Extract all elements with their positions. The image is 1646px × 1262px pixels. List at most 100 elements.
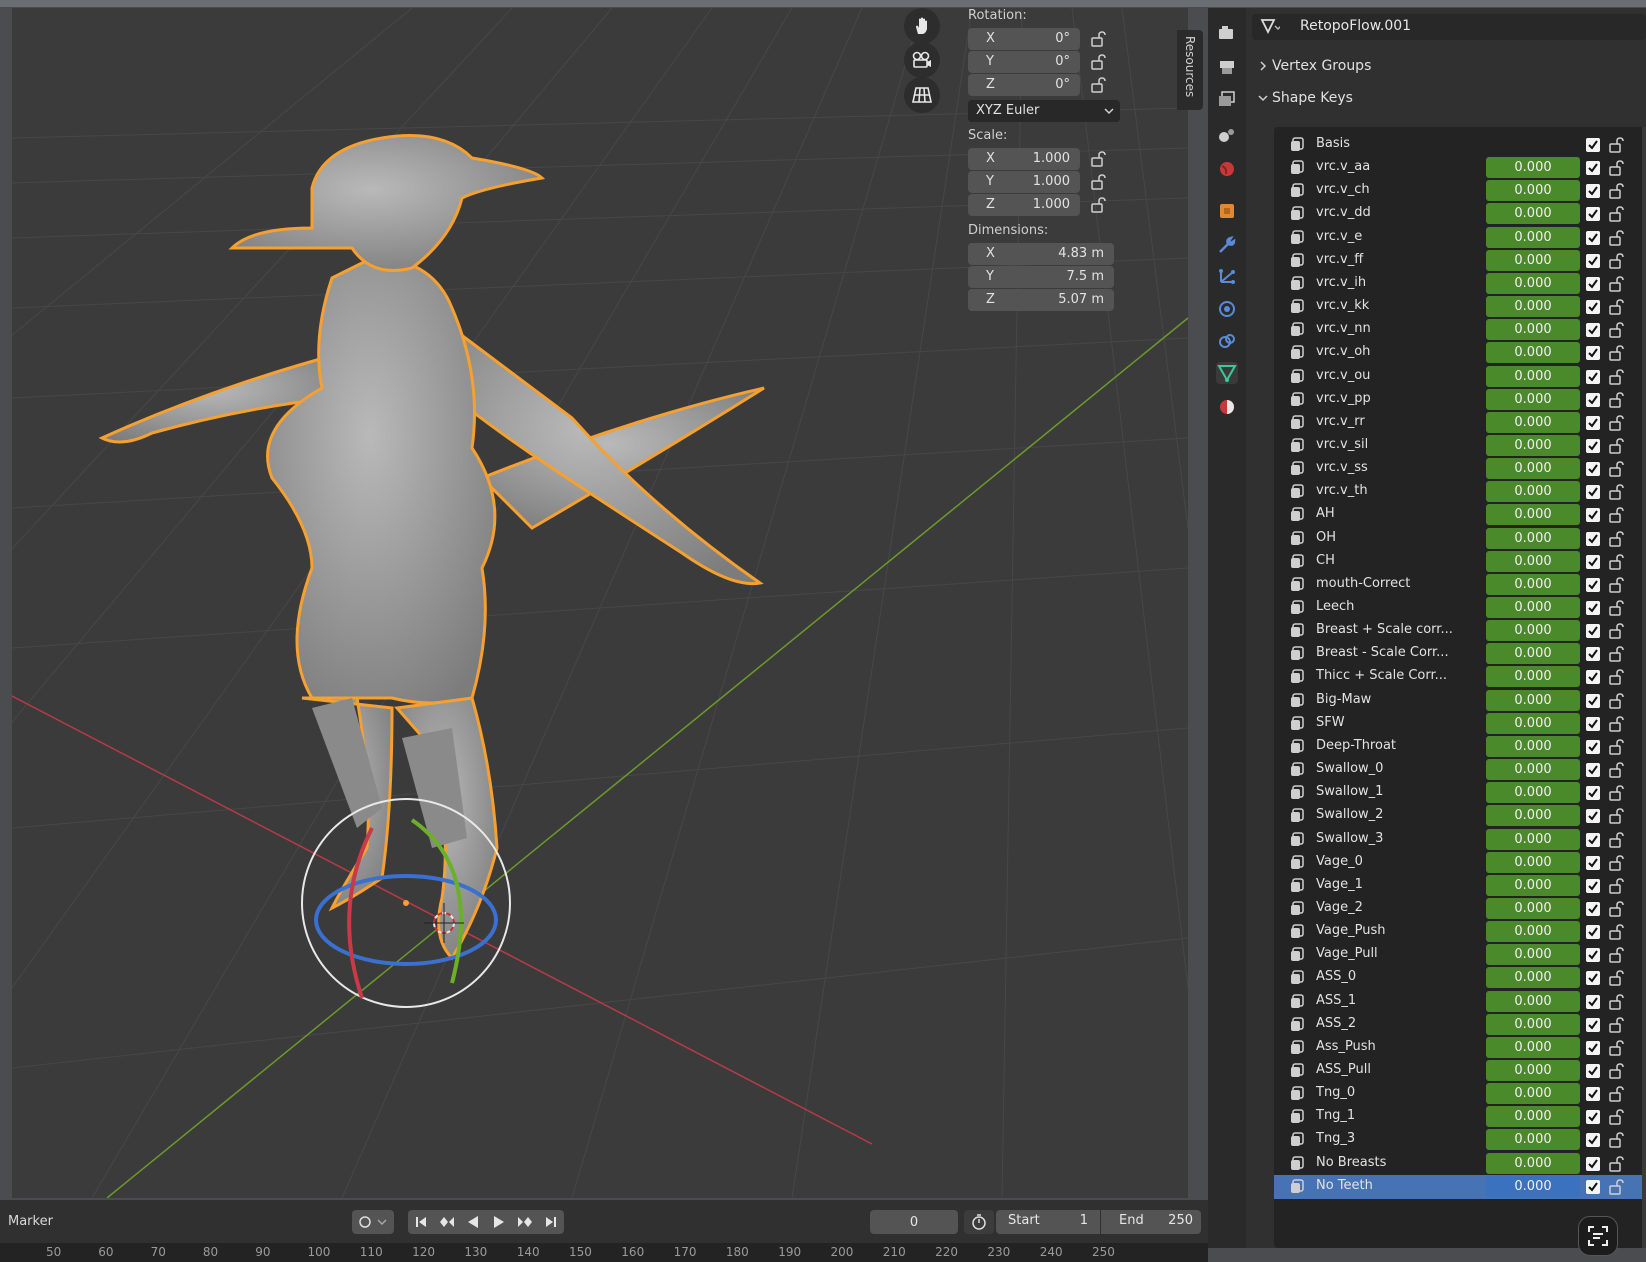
shape-key-value-slider[interactable]: 0.000: [1486, 944, 1580, 966]
shape-key-row[interactable]: vrc.v_rr 0.000: [1274, 411, 1646, 435]
mute-checkbox[interactable]: [1586, 1064, 1600, 1078]
lock-icon[interactable]: [1608, 182, 1626, 200]
lock-icon[interactable]: [1090, 196, 1108, 214]
keying-toggle[interactable]: [352, 1210, 394, 1234]
mute-checkbox[interactable]: [1586, 415, 1600, 430]
lock-icon[interactable]: [1608, 1178, 1626, 1196]
constraints-icon[interactable]: [1216, 330, 1238, 352]
shape-key-name[interactable]: Basis: [1316, 136, 1350, 151]
next-keyframe-button[interactable]: [512, 1210, 538, 1234]
vertex-groups-panel-header[interactable]: Vertex Groups: [1252, 52, 1646, 80]
shape-key-row[interactable]: vrc.v_nn 0.000: [1274, 318, 1646, 342]
shape-key-name[interactable]: vrc.v_ff: [1316, 252, 1363, 267]
shape-key-value-slider[interactable]: 0.000: [1486, 921, 1580, 943]
shape-key-row[interactable]: No Teeth 0.000: [1274, 1174, 1646, 1199]
physics-icon[interactable]: [1216, 298, 1238, 320]
mute-checkbox[interactable]: [1586, 1179, 1600, 1194]
shape-key-row[interactable]: vrc.v_pp 0.000: [1274, 388, 1646, 412]
shape-key-value-slider[interactable]: 0.000: [1486, 365, 1580, 387]
shape-key-row[interactable]: CH 0.000: [1274, 550, 1646, 574]
shape-key-row[interactable]: vrc.v_th 0.000: [1274, 480, 1646, 504]
lock-icon[interactable]: [1608, 622, 1626, 640]
shape-key-row[interactable]: ASS_0 0.000: [1274, 966, 1646, 990]
rotation-x-field[interactable]: X 0°: [968, 28, 1080, 50]
shape-key-row[interactable]: Vage_Pull 0.000: [1274, 943, 1646, 967]
marker-menu[interactable]: Marker: [8, 1214, 53, 1229]
lock-icon[interactable]: [1608, 229, 1626, 247]
shape-key-value-slider[interactable]: 0.000: [1486, 504, 1580, 526]
shape-key-row[interactable]: vrc.v_oh 0.000: [1274, 341, 1646, 365]
shape-key-value-slider[interactable]: 0.000: [1486, 249, 1580, 271]
shape-key-value-slider[interactable]: 0.000: [1486, 689, 1580, 711]
mute-checkbox[interactable]: [1586, 716, 1600, 731]
lock-icon[interactable]: [1608, 576, 1626, 594]
jump-end-button[interactable]: [538, 1210, 564, 1234]
play-reverse-button[interactable]: [460, 1210, 486, 1234]
shape-key-name[interactable]: vrc.v_pp: [1316, 391, 1371, 406]
lock-icon[interactable]: [1608, 599, 1626, 617]
view-layer-icon[interactable]: [1216, 88, 1238, 110]
shape-key-row[interactable]: vrc.v_e 0.000: [1274, 226, 1646, 250]
shape-key-name[interactable]: ASS_0: [1316, 969, 1356, 984]
shape-key-row[interactable]: Vage_Push 0.000: [1274, 920, 1646, 944]
lock-icon[interactable]: [1608, 298, 1626, 316]
shape-key-value-slider[interactable]: 0.000: [1486, 666, 1580, 688]
shape-key-row[interactable]: ASS_Pull 0.000: [1274, 1059, 1646, 1083]
camera-icon[interactable]: [904, 42, 940, 78]
mute-checkbox[interactable]: [1586, 138, 1600, 152]
shape-key-name[interactable]: Swallow_1: [1316, 784, 1383, 799]
shape-key-name[interactable]: Ass_Push: [1316, 1039, 1376, 1054]
lock-icon[interactable]: [1608, 1062, 1626, 1080]
scale-x-field[interactable]: X 1.000: [968, 148, 1080, 170]
shape-key-name[interactable]: vrc.v_ch: [1316, 182, 1370, 197]
shape-key-name[interactable]: vrc.v_th: [1316, 483, 1368, 498]
shape-key-name[interactable]: Vage_Push: [1316, 923, 1385, 938]
shape-key-value-slider[interactable]: 0.000: [1486, 712, 1580, 734]
shape-key-name[interactable]: Swallow_3: [1316, 831, 1383, 846]
scrollbar[interactable]: [1642, 127, 1646, 1248]
scene-icon[interactable]: [1216, 124, 1238, 146]
lock-icon[interactable]: [1608, 831, 1626, 849]
mute-checkbox[interactable]: [1586, 485, 1600, 500]
shape-key-value-slider[interactable]: 0.000: [1486, 828, 1580, 850]
shape-key-value-slider[interactable]: 0.000: [1486, 157, 1580, 179]
render-icon[interactable]: [1216, 22, 1238, 44]
shape-key-row[interactable]: mouth-Correct 0.000: [1274, 573, 1646, 597]
shape-key-row[interactable]: vrc.v_dd 0.000: [1274, 202, 1646, 226]
shape-key-name[interactable]: Deep-Throat: [1316, 738, 1396, 753]
lock-icon[interactable]: [1608, 368, 1626, 386]
lock-icon[interactable]: [1090, 150, 1108, 168]
rotation-y-field[interactable]: Y 0°: [968, 51, 1080, 73]
mute-checkbox[interactable]: [1586, 346, 1600, 361]
shape-key-row[interactable]: vrc.v_ff 0.000: [1274, 249, 1646, 273]
modifier-icon[interactable]: [1216, 234, 1238, 256]
shape-key-name[interactable]: vrc.v_rr: [1316, 414, 1365, 429]
shape-key-name[interactable]: vrc.v_nn: [1316, 321, 1371, 336]
lock-icon[interactable]: [1608, 738, 1626, 756]
shape-key-value-slider[interactable]: 0.000: [1486, 1083, 1580, 1105]
shape-key-row[interactable]: Thicc + Scale Corr... 0.000: [1274, 665, 1646, 689]
shape-key-name[interactable]: mouth-Correct: [1316, 576, 1410, 591]
mute-checkbox[interactable]: [1586, 207, 1600, 222]
shape-key-value-slider[interactable]: 0.000: [1486, 990, 1580, 1012]
shape-key-value-slider[interactable]: 0.000: [1486, 296, 1580, 318]
lock-icon[interactable]: [1608, 252, 1626, 270]
shape-key-value-slider[interactable]: 0.000: [1486, 735, 1580, 757]
lock-icon[interactable]: [1608, 1016, 1626, 1034]
shape-key-name[interactable]: Vage_1: [1316, 877, 1363, 892]
lock-icon[interactable]: [1608, 761, 1626, 779]
mute-checkbox[interactable]: [1586, 462, 1600, 477]
shape-key-value-slider[interactable]: 0.000: [1486, 805, 1580, 827]
lock-icon[interactable]: [1090, 173, 1108, 191]
shape-key-name[interactable]: vrc.v_ih: [1316, 275, 1366, 290]
shape-keys-panel-header[interactable]: Shape Keys: [1252, 84, 1646, 112]
lock-icon[interactable]: [1608, 715, 1626, 733]
shape-key-name[interactable]: Vage_0: [1316, 854, 1363, 869]
shape-key-value-slider[interactable]: 0.000: [1486, 1175, 1580, 1197]
mute-checkbox[interactable]: [1586, 809, 1600, 824]
shape-key-value-slider[interactable]: 0.000: [1486, 203, 1580, 225]
shape-key-row[interactable]: Swallow_0 0.000: [1274, 758, 1646, 782]
lock-icon[interactable]: [1608, 414, 1626, 432]
lock-icon[interactable]: [1608, 1108, 1626, 1126]
shape-key-name[interactable]: ASS_Pull: [1316, 1062, 1371, 1077]
